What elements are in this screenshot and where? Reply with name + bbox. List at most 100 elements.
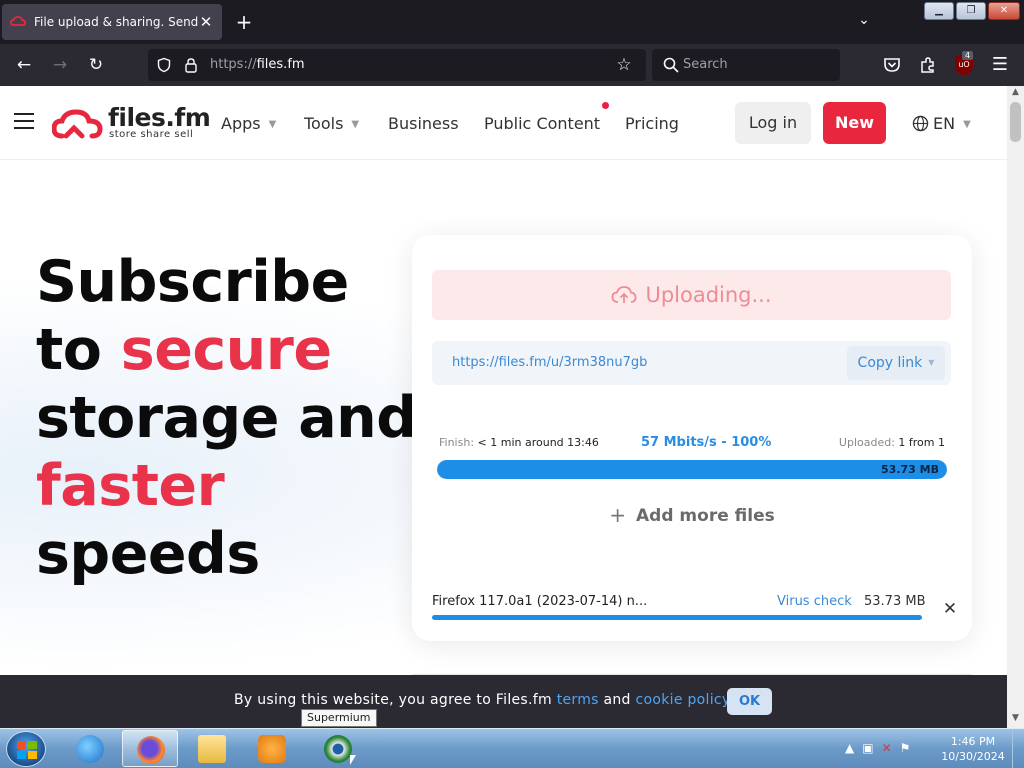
restore-button[interactable]: ❐ bbox=[956, 2, 986, 20]
logo-wordmark: files.fm bbox=[108, 103, 211, 132]
uploaded-value: 1 from 1 bbox=[894, 436, 945, 449]
cloud-upload-icon bbox=[612, 286, 637, 303]
new-button[interactable]: New bbox=[823, 102, 886, 144]
bookmark-star-icon[interactable]: ☆ bbox=[616, 57, 632, 74]
upload-speed: 57 Mbits/s - 100% bbox=[641, 435, 772, 450]
taskbar-internet-explorer[interactable] bbox=[62, 730, 118, 767]
total-progress-bar: 53.73 MB bbox=[437, 460, 947, 479]
pocket-icon[interactable] bbox=[881, 54, 903, 76]
tab-close-icon[interactable]: ✕ bbox=[198, 13, 214, 31]
taskbar-tooltip: Supermium bbox=[301, 709, 377, 727]
copy-link-label: Copy link bbox=[857, 355, 923, 371]
clock-date: 10/30/2024 bbox=[941, 750, 1005, 763]
nav-business[interactable]: Business bbox=[388, 114, 459, 133]
cookie-policy-link[interactable]: cookie policy. bbox=[636, 692, 734, 708]
headline-to: to bbox=[36, 317, 121, 383]
taskbar-explorer[interactable] bbox=[184, 730, 240, 767]
scroll-thumb[interactable] bbox=[1010, 102, 1021, 142]
search-placeholder: Search bbox=[683, 57, 728, 72]
uploaded-count: Uploaded: 1 from 1 bbox=[839, 436, 945, 449]
system-clock[interactable]: 1:46 PM 10/30/2024 bbox=[935, 734, 1011, 764]
nav-apps[interactable]: Apps ▼ bbox=[221, 114, 276, 133]
system-tray: ▲ ▣ ✕ ⚑ bbox=[845, 741, 910, 755]
nav-public-content[interactable]: Public Content bbox=[484, 114, 600, 133]
add-more-files-button[interactable]: + Add more files bbox=[412, 503, 972, 527]
window-controls: ▁ ❐ ✕ bbox=[924, 2, 1020, 20]
browser-tabbar: File upload & sharing. Send large files … bbox=[0, 0, 1024, 44]
scroll-up-icon[interactable]: ▲ bbox=[1007, 87, 1024, 101]
scroll-down-icon[interactable]: ▼ bbox=[1007, 713, 1024, 727]
total-size: 53.73 MB bbox=[881, 463, 939, 476]
page-scrollbar[interactable]: ▲ ▼ bbox=[1007, 86, 1024, 728]
extensions-puzzle-icon[interactable] bbox=[917, 54, 939, 76]
reload-icon[interactable]: ↻ bbox=[84, 53, 108, 77]
forward-arrow-icon[interactable]: → bbox=[48, 53, 72, 77]
language-selector[interactable]: EN ▼ bbox=[912, 114, 971, 133]
plus-icon: + bbox=[609, 503, 627, 527]
nav-tools-label: Tools bbox=[304, 114, 344, 133]
headline-line-2: to secure bbox=[36, 316, 417, 384]
terms-link[interactable]: terms bbox=[557, 692, 599, 708]
site-menu-icon[interactable] bbox=[14, 113, 34, 131]
internet-explorer-icon bbox=[76, 735, 104, 763]
finish-estimate: Finish: < 1 min around 13:46 bbox=[439, 436, 599, 449]
cookie-ok-button[interactable]: OK bbox=[727, 688, 772, 715]
logo-tagline: store share sell bbox=[109, 129, 194, 140]
finish-value: < 1 min around 13:46 bbox=[474, 436, 599, 449]
mouse-cursor-icon bbox=[350, 755, 356, 765]
windows-logo-icon bbox=[17, 741, 37, 759]
start-button[interactable] bbox=[6, 731, 46, 767]
taskbar-media-player[interactable] bbox=[244, 730, 300, 767]
hamburger-menu-icon[interactable]: ☰ bbox=[989, 54, 1011, 76]
cookie-text-1: By using this website, you agree to File… bbox=[234, 692, 557, 708]
url-text: https://files.fm bbox=[210, 57, 305, 72]
uploaded-label: Uploaded: bbox=[838, 436, 895, 449]
firefox-icon bbox=[137, 736, 165, 764]
total-progress-fill bbox=[437, 460, 947, 479]
site-logo[interactable]: files.fm store share sell bbox=[52, 103, 211, 145]
nav-pricing[interactable]: Pricing bbox=[625, 114, 679, 133]
cookie-text-2: and bbox=[598, 692, 636, 708]
search-bar[interactable]: Search bbox=[652, 49, 840, 81]
network-icon[interactable]: ▣ bbox=[862, 741, 873, 755]
new-tab-icon[interactable]: + bbox=[232, 10, 256, 34]
headline-line-3: storage and bbox=[36, 385, 417, 451]
taskbar-supermium[interactable] bbox=[310, 730, 366, 767]
minimize-button[interactable]: ▁ bbox=[924, 2, 954, 20]
clock-time: 1:46 PM bbox=[950, 735, 996, 748]
caret-down-icon: ▼ bbox=[963, 119, 971, 130]
folder-icon bbox=[198, 735, 226, 763]
taskbar-firefox[interactable] bbox=[122, 730, 178, 767]
lock-icon[interactable] bbox=[183, 57, 199, 73]
url-protocol: https:// bbox=[210, 57, 257, 72]
upload-status-text: Uploading... bbox=[645, 283, 772, 307]
windows-taskbar: ▲ ▣ ✕ ⚑ 1:46 PM 10/30/2024 bbox=[0, 728, 1024, 768]
copy-link-button[interactable]: Copy link ▼ bbox=[847, 346, 945, 380]
action-center-flag-icon[interactable]: ⚑ bbox=[900, 741, 911, 755]
headline-line-4: faster bbox=[36, 453, 225, 519]
share-link[interactable]: https://files.fm/u/3rm38nu7gb bbox=[452, 355, 647, 370]
site-header: files.fm store share sell Apps ▼ Tools ▼ B… bbox=[0, 86, 1007, 160]
nav-tools[interactable]: Tools ▼ bbox=[304, 114, 359, 133]
url-bar[interactable]: https://files.fm ☆ bbox=[148, 49, 646, 81]
files-fm-logo-icon bbox=[52, 109, 103, 139]
language-label: EN bbox=[933, 114, 956, 133]
tab-title: File upload & sharing. Send large files bbox=[34, 15, 198, 29]
files-fm-favicon-icon bbox=[10, 16, 26, 26]
media-player-icon bbox=[258, 735, 286, 763]
login-button[interactable]: Log in bbox=[735, 102, 811, 144]
headline-line-5: speeds bbox=[36, 521, 260, 587]
hero-headline: Subscribe to secure storage and faster s… bbox=[36, 248, 417, 588]
add-more-label: Add more files bbox=[636, 506, 775, 526]
upload-stats: Finish: < 1 min around 13:46 57 Mbits/s … bbox=[439, 435, 945, 452]
share-link-box: https://files.fm/u/3rm38nu7gb Copy link ▼ bbox=[432, 341, 951, 385]
shield-icon[interactable] bbox=[156, 57, 172, 73]
volume-muted-icon[interactable]: ✕ bbox=[882, 741, 892, 755]
back-arrow-icon[interactable]: ← bbox=[12, 53, 36, 77]
chevron-down-icon[interactable]: ⌄ bbox=[852, 12, 876, 32]
show-hidden-icons-icon[interactable]: ▲ bbox=[845, 741, 854, 755]
close-window-button[interactable]: ✕ bbox=[988, 2, 1020, 20]
web-page: files.fm store share sell Apps ▼ Tools ▼ B… bbox=[0, 86, 1007, 676]
show-desktop-button[interactable] bbox=[1012, 729, 1024, 768]
browser-tab-active[interactable]: File upload & sharing. Send large files … bbox=[2, 4, 222, 40]
